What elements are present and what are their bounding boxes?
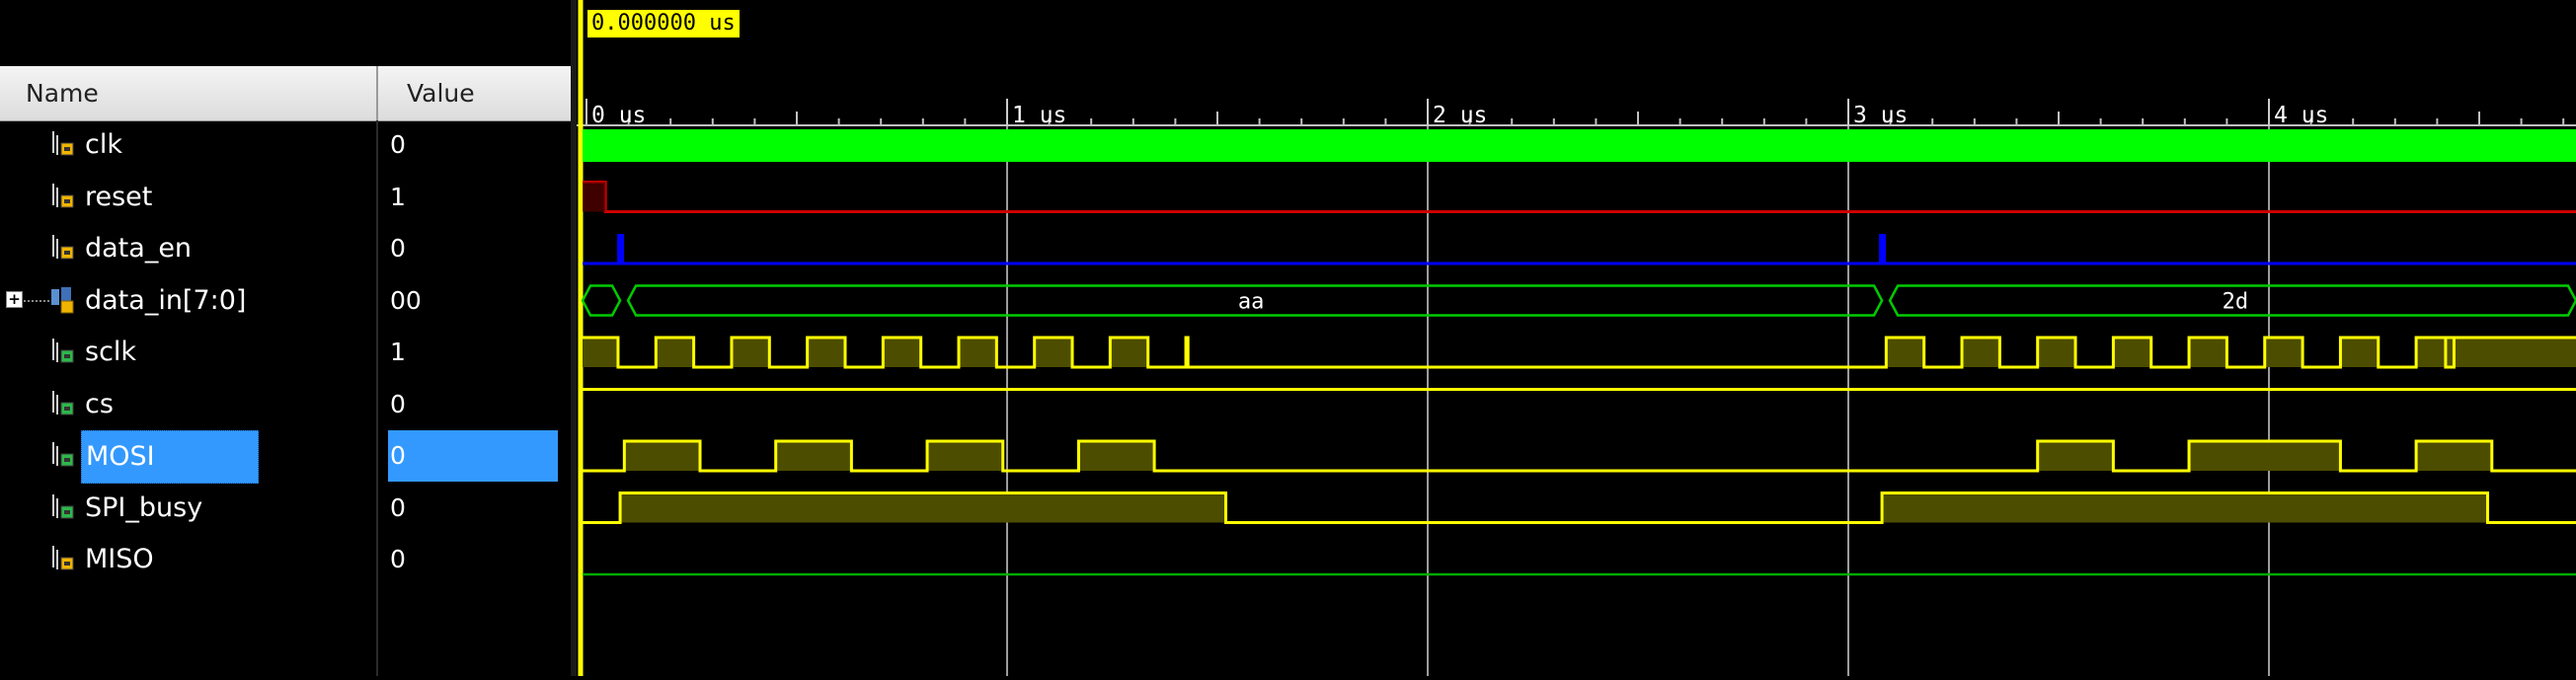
signal-name[interactable]: SPI_busy <box>85 483 202 534</box>
MOSI-high-fill <box>2037 441 2114 471</box>
signal-row-cs[interactable]: cs 0 <box>0 379 571 430</box>
MOSI-high-fill <box>2189 441 2341 471</box>
signal-value: 1 <box>390 182 406 211</box>
output-signal-icon <box>52 339 74 363</box>
data_in-bus-value: aa <box>1238 290 1265 315</box>
signal-value: 0 <box>388 430 558 482</box>
SPI_busy-high-fill <box>620 492 1226 523</box>
sclk-high-fill <box>883 338 921 367</box>
ruler-label: 4 us <box>2274 103 2328 128</box>
signal-value: 0 <box>390 389 406 418</box>
signal-name[interactable]: clk <box>85 119 122 171</box>
MOSI-high-fill <box>624 441 701 471</box>
signal-row-miso[interactable]: MISO 0 <box>0 534 571 585</box>
SPI_busy-high-fill <box>1882 492 2488 523</box>
value-column-header[interactable]: Value <box>407 66 475 120</box>
ruler-label: 1 us <box>1012 103 1066 128</box>
signal-row-spi_busy[interactable]: SPI_busy 0 <box>0 483 571 534</box>
signal-value: 0 <box>390 492 406 522</box>
sclk-high-fill <box>1034 338 1073 367</box>
column-divider-header[interactable] <box>376 66 378 121</box>
sclk-high-fill <box>2445 338 2576 367</box>
signal-row-reset[interactable]: reset 1 <box>0 172 571 223</box>
sclk-high-fill <box>2264 338 2303 367</box>
input-signal-icon <box>52 235 74 260</box>
data_in-bus-value: 2d <box>2223 290 2249 315</box>
sclk-high-fill <box>1886 338 1924 367</box>
signal-row-data_en[interactable]: data_en 0 <box>0 223 571 274</box>
data_en-pulse <box>617 234 625 264</box>
sclk-high-fill <box>2189 338 2227 367</box>
signal-value: 1 <box>390 338 406 366</box>
sclk-high-fill <box>2340 338 2379 367</box>
ruler-label: 0 us <box>591 103 646 128</box>
sclk-high-fill <box>807 338 845 367</box>
tree-connector <box>24 299 49 302</box>
input-signal-icon <box>52 131 74 156</box>
cursor-time-label: 0.000000 us <box>587 10 740 38</box>
signal-row-data_in70[interactable]: + data_in[7:0] 00 <box>0 275 571 327</box>
reset-high-fill <box>583 182 606 212</box>
signal-row-mosi[interactable]: MOSI 0 <box>0 430 571 484</box>
output-signal-icon <box>52 493 74 518</box>
signal-name[interactable]: data_in[7:0] <box>85 275 246 327</box>
signal-name[interactable]: cs <box>85 379 114 430</box>
name-column-header[interactable]: Name <box>26 66 99 120</box>
signal-name[interactable]: reset <box>85 172 152 223</box>
MOSI-high-fill <box>775 441 852 471</box>
signal-name[interactable]: sclk <box>85 327 136 378</box>
clk-waveform <box>583 129 2576 162</box>
reset-waveform <box>583 181 2576 213</box>
ruler-label: 3 us <box>1853 103 1908 128</box>
signal-list-header: Name Value <box>0 66 571 121</box>
output-signal-icon <box>52 442 74 467</box>
sclk-high-fill <box>1110 338 1148 367</box>
sclk-high-fill <box>656 338 694 367</box>
output-signal-icon <box>52 390 74 415</box>
signal-value: 00 <box>390 285 422 315</box>
signal-value: 0 <box>390 130 406 159</box>
sclk-high-fill <box>1962 338 2000 367</box>
MOSI-high-fill <box>2416 441 2492 471</box>
signal-row-sclk[interactable]: sclk 1 <box>0 327 571 378</box>
data_in-segment <box>581 284 622 317</box>
ruler-label: 2 us <box>1433 103 1487 128</box>
sclk-high-fill <box>959 338 997 367</box>
bus-signal-icon <box>51 286 74 313</box>
signal-row-clk[interactable]: clk 0 <box>0 119 571 171</box>
signal-name[interactable]: data_en <box>85 223 192 274</box>
waveform-pane[interactable]: 0 us 1 us 2 us 3 us 4 us aa 2d <box>577 0 2576 680</box>
sclk-high-fill <box>2113 338 2151 367</box>
signal-value: 0 <box>390 545 406 573</box>
signal-value: 0 <box>390 234 406 263</box>
data_en-pulse <box>1879 234 1887 264</box>
sclk-high-fill <box>2037 338 2076 367</box>
signal-name[interactable]: MISO <box>85 534 154 585</box>
expand-icon[interactable]: + <box>6 290 23 308</box>
input-signal-icon <box>52 546 74 570</box>
input-signal-icon <box>52 183 74 207</box>
MOSI-high-fill <box>1078 441 1155 471</box>
sclk-high-fill <box>583 338 618 367</box>
sclk-high-fill <box>731 338 770 367</box>
MOSI-high-fill <box>927 441 1003 471</box>
signal-name[interactable]: MOSI <box>81 430 259 484</box>
